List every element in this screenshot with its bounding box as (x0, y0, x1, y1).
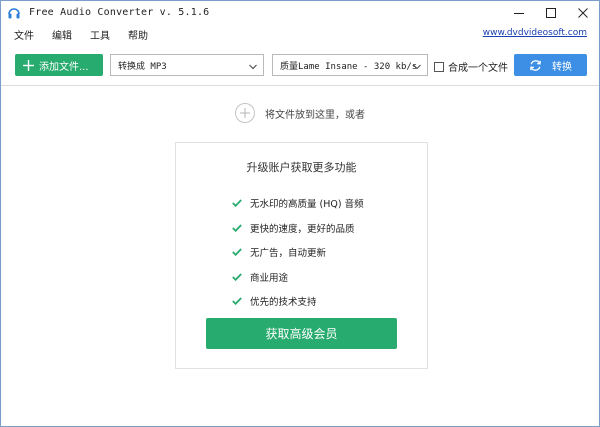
toolbar: 添加文件... 转换成 MP3 质量Lame Insane - 320 kb/s… (1, 44, 599, 86)
feature-label: 无水印的高质量 (HQ) 音频 (250, 199, 364, 211)
chevron-down-icon (413, 62, 421, 73)
format-value: 转换成 MP3 (118, 61, 167, 72)
format-select[interactable]: 转换成 MP3 (110, 54, 264, 76)
maximize-icon (546, 7, 556, 18)
feature-item: 无水印的高质量 (HQ) 音频 (232, 191, 364, 216)
feature-label: 商业用途 (250, 272, 289, 284)
menu-file[interactable]: 文件 (1, 27, 43, 42)
menu-tools[interactable]: 工具 (81, 27, 119, 42)
chevron-down-icon (249, 62, 257, 73)
close-button[interactable] (567, 1, 599, 24)
menu-edit[interactable]: 编辑 (43, 27, 81, 42)
convert-button[interactable]: 转换 (514, 54, 587, 76)
check-icon (232, 199, 242, 208)
minimize-button[interactable] (503, 1, 535, 24)
app-window: Free Audio Converter v. 5.1.6 文件 编辑 工具 帮… (0, 0, 600, 427)
headphones-icon (7, 6, 21, 20)
feature-item: 优先的技术支持 (232, 289, 364, 314)
feature-label: 优先的技术支持 (250, 297, 317, 309)
merge-option[interactable]: 合成一个文件 (434, 59, 508, 74)
upgrade-card: 升级账户获取更多功能 无水印的高质量 (HQ) 音频 更快的速度，更好的品质 无… (175, 142, 428, 369)
feature-item: 商业用途 (232, 265, 364, 290)
window-title: Free Audio Converter v. 5.1.6 (29, 7, 210, 18)
feature-label: 无广告，自动更新 (250, 248, 327, 260)
convert-label: 转换 (552, 61, 572, 73)
website-link[interactable]: www.dvdvideosoft.com (483, 28, 587, 38)
check-icon (232, 297, 242, 306)
add-files-button[interactable]: 添加文件... (15, 54, 103, 76)
add-files-label: 添加文件... (39, 61, 89, 73)
feature-item: 更快的速度，更好的品质 (232, 216, 364, 241)
drop-zone-hint[interactable]: 将文件放到这里，或者 (235, 103, 365, 123)
maximize-button[interactable] (535, 1, 567, 24)
feature-label: 更快的速度，更好的品质 (250, 223, 355, 235)
menu-help[interactable]: 帮助 (119, 27, 157, 42)
minimize-icon (514, 12, 524, 14)
feature-list: 无水印的高质量 (HQ) 音频 更快的速度，更好的品质 无广告，自动更新 商业用… (232, 191, 364, 314)
drop-hint-text: 将文件放到这里，或者 (265, 109, 365, 121)
quality-select[interactable]: 质量Lame Insane - 320 kb/s (272, 54, 428, 76)
add-circle-icon[interactable] (235, 103, 255, 123)
title-bar[interactable]: Free Audio Converter v. 5.1.6 (1, 1, 599, 24)
get-premium-button[interactable]: 获取高级会员 (206, 318, 397, 349)
menu-bar: 文件 编辑 工具 帮助 www.dvdvideosoft.com (1, 24, 599, 44)
plus-icon (23, 59, 34, 71)
check-icon (232, 248, 242, 257)
check-icon (232, 273, 242, 281)
check-icon (232, 224, 242, 232)
refresh-icon (529, 59, 542, 72)
window-controls (503, 1, 599, 24)
feature-item: 无广告，自动更新 (232, 240, 364, 265)
merge-label: 合成一个文件 (448, 63, 508, 74)
quality-value: 质量Lame Insane - 320 kb/s (280, 61, 418, 72)
merge-checkbox[interactable] (434, 61, 444, 72)
upgrade-title: 升级账户获取更多功能 (246, 161, 357, 174)
close-icon (578, 7, 588, 18)
